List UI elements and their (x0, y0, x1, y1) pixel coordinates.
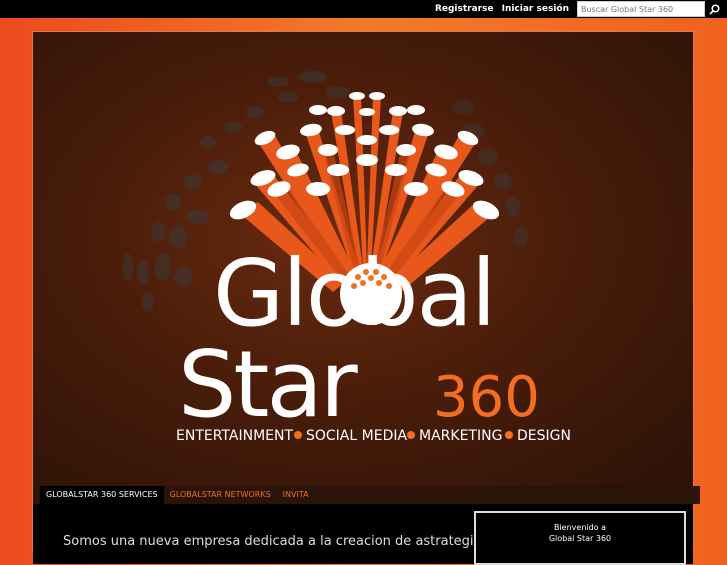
tab-globalstar-networks[interactable]: GLOBALSTAR NETWORKS (164, 486, 277, 504)
search-input[interactable] (577, 1, 705, 17)
top-bar: Registrarse Iniciar sesión (0, 0, 727, 18)
globalstar-logo: Global Star 360 ENTERTAINMENT SOCIAL MED… (123, 71, 571, 444)
tagline-entertainment: ENTERTAINMENT (176, 428, 293, 444)
tagline-social-media: SOCIAL MEDIA (306, 428, 407, 444)
main-content: Somos una nueva empresa dedicada a la cr… (33, 504, 693, 565)
welcome-box: Bienvenido a Global Star 360 (474, 511, 686, 565)
logo-star-text: Star (178, 331, 358, 438)
hero-banner: Global Star 360 ENTERTAINMENT SOCIAL MED… (33, 32, 693, 486)
main-nav: GLOBALSTAR 360 SERVICES GLOBALSTAR NETWO… (33, 486, 700, 504)
search-icon[interactable] (705, 1, 723, 17)
tagline-marketing: MARKETING (419, 428, 502, 444)
logo-360-text: 360 (433, 365, 540, 430)
intro-paragraph: Somos una nueva empresa dedicada a la cr… (63, 534, 509, 549)
disco-ball-icon (340, 263, 402, 325)
tab-invita[interactable]: INVITA (277, 486, 315, 504)
tagline-design: DESIGN (517, 428, 571, 444)
page-frame: Global Star 360 ENTERTAINMENT SOCIAL MED… (32, 31, 700, 565)
register-link[interactable]: Registrarse (435, 4, 494, 14)
login-link[interactable]: Iniciar sesión (502, 4, 569, 14)
tab-globalstar-services[interactable]: GLOBALSTAR 360 SERVICES (40, 486, 164, 504)
welcome-line1: Bienvenido a (553, 523, 607, 532)
welcome-line2: Global Star 360 (548, 534, 612, 543)
search-box (577, 1, 723, 17)
